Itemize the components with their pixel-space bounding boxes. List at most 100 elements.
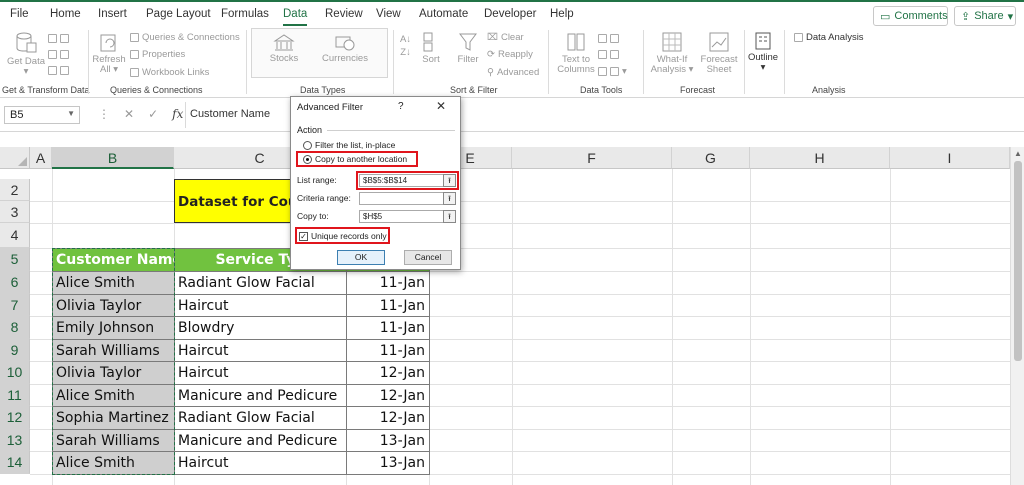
row-header-7[interactable]: 7 xyxy=(0,294,30,316)
vertical-scrollbar[interactable]: ▲ xyxy=(1010,147,1024,485)
collapse-dialog-icon[interactable]: ⭱ xyxy=(443,192,456,205)
tab-view[interactable]: View xyxy=(376,8,401,20)
clear-button[interactable]: ⌧ Clear xyxy=(487,32,524,43)
from-table-icon[interactable] xyxy=(48,66,69,75)
cell-b10[interactable]: Olivia Taylor xyxy=(52,361,175,385)
reapply-button[interactable]: ⟳ Reapply xyxy=(487,49,533,60)
radio-unchecked-icon[interactable] xyxy=(303,140,312,150)
tab-help[interactable]: Help xyxy=(550,8,574,20)
data-analysis-button[interactable]: Data Analysis xyxy=(794,32,864,43)
select-all-button[interactable] xyxy=(0,147,30,169)
filter-button[interactable]: Filter xyxy=(456,31,480,65)
checkbox-checked-icon[interactable]: ✓ xyxy=(299,231,308,241)
column-header-i[interactable]: I xyxy=(890,147,1010,169)
refresh-all-button[interactable]: Refresh All ▾ xyxy=(92,31,126,75)
cancel-icon[interactable]: ✕ xyxy=(124,107,134,121)
properties-button[interactable]: Properties xyxy=(130,49,185,60)
stocks-button[interactable]: Stocks xyxy=(262,34,306,64)
currencies-button[interactable]: Currencies xyxy=(318,34,372,64)
tab-insert[interactable]: Insert xyxy=(98,8,127,20)
name-box[interactable]: B5 ▼ xyxy=(4,106,80,124)
cell-b7[interactable]: Olivia Taylor xyxy=(52,294,175,317)
row-header-9[interactable]: 9 xyxy=(0,339,30,361)
scrollbar-thumb[interactable] xyxy=(1014,161,1022,361)
cell-d7[interactable]: 11-Jan xyxy=(346,294,430,317)
cancel-button[interactable]: Cancel xyxy=(404,250,452,265)
column-header-h[interactable]: H xyxy=(750,147,890,169)
remove-duplicates-icon[interactable] xyxy=(598,50,619,59)
cell-b11[interactable]: Alice Smith xyxy=(52,384,175,407)
column-header-g[interactable]: G xyxy=(672,147,750,169)
row-header-2[interactable]: 2 xyxy=(0,179,30,201)
help-icon[interactable]: ? xyxy=(398,101,404,112)
sort-button[interactable]: Sort xyxy=(420,31,442,65)
cell-b6[interactable]: Alice Smith xyxy=(52,271,175,295)
cell-c13[interactable]: Manicure and Pedicure xyxy=(174,429,347,452)
tab-page-layout[interactable]: Page Layout xyxy=(146,8,211,20)
column-header-a[interactable]: A xyxy=(30,147,52,169)
tab-developer[interactable]: Developer xyxy=(484,8,536,20)
tab-automate[interactable]: Automate xyxy=(419,8,468,20)
get-data-button[interactable]: Get Data ▾ xyxy=(6,31,46,77)
row-header-4[interactable]: 4 xyxy=(0,223,30,248)
tab-home[interactable]: Home xyxy=(50,8,81,20)
tab-data[interactable]: Data xyxy=(283,8,308,26)
what-if-analysis-button[interactable]: What-If Analysis ▾ xyxy=(650,31,694,75)
row-header-11[interactable]: 11 xyxy=(0,384,30,406)
row-header-13[interactable]: 13 xyxy=(0,429,30,451)
tab-file[interactable]: File xyxy=(10,8,29,20)
advanced-filter-button[interactable]: ⚲ Advanced xyxy=(487,67,539,78)
cell-c11[interactable]: Manicure and Pedicure xyxy=(174,384,347,407)
list-range-input[interactable]: $B$5:$B$14 ⭱ xyxy=(359,174,456,187)
copy-to-input[interactable]: $H$5 ⭱ xyxy=(359,210,456,223)
from-web-icon[interactable] xyxy=(48,50,69,59)
cell-d8[interactable]: 11-Jan xyxy=(346,316,430,340)
cell-c9[interactable]: Haircut xyxy=(174,339,347,362)
tab-review[interactable]: Review xyxy=(325,8,363,20)
sort-az-button[interactable]: A↓ Z↓ xyxy=(400,34,411,58)
comments-button[interactable]: ▭ Comments xyxy=(873,6,948,26)
row-header-8[interactable]: 8 xyxy=(0,316,30,339)
copy-to-location-radio[interactable]: Copy to another location xyxy=(303,154,407,164)
enter-icon[interactable]: ✓ xyxy=(148,107,158,121)
cell-c8[interactable]: Blowdry xyxy=(174,316,347,340)
header-customer-name[interactable]: Customer Name xyxy=(52,248,175,272)
row-header-12[interactable]: 12 xyxy=(0,406,30,429)
cell-d9[interactable]: 11-Jan xyxy=(346,339,430,362)
collapse-dialog-icon[interactable]: ⭱ xyxy=(443,174,456,187)
column-header-f[interactable]: F xyxy=(512,147,672,169)
cell-c14[interactable]: Haircut xyxy=(174,451,347,475)
worksheet-grid[interactable]: A B C D E F G H I 2 3 4 5 6 7 8 9 10 11 … xyxy=(0,147,1010,485)
cell-d6[interactable]: 11-Jan xyxy=(346,271,430,295)
cell-c6[interactable]: Radiant Glow Facial xyxy=(174,271,347,295)
from-text-icon[interactable] xyxy=(48,34,69,43)
cell-b8[interactable]: Emily Johnson xyxy=(52,316,175,340)
cell-d11[interactable]: 12-Jan xyxy=(346,384,430,407)
cell-b13[interactable]: Sarah Williams xyxy=(52,429,175,452)
cell-d10[interactable]: 12-Jan xyxy=(346,361,430,385)
workbook-links-button[interactable]: Workbook Links xyxy=(130,67,209,78)
outline-button[interactable]: Outline ▾ xyxy=(746,31,780,73)
forecast-sheet-button[interactable]: Forecast Sheet xyxy=(698,31,740,75)
close-icon[interactable]: ✕ xyxy=(436,99,446,113)
row-header-3[interactable]: 3 xyxy=(0,201,30,223)
filter-in-place-radio[interactable]: Filter the list, in-place xyxy=(303,140,395,150)
cell-c12[interactable]: Radiant Glow Facial xyxy=(174,406,347,430)
scroll-up-icon[interactable]: ▲ xyxy=(1014,149,1022,158)
ok-button[interactable]: OK xyxy=(337,250,385,265)
row-header-5[interactable]: 5 xyxy=(0,248,30,271)
unique-records-checkbox[interactable]: ✓ Unique records only xyxy=(299,231,387,241)
queries-connections-button[interactable]: Queries & Connections xyxy=(130,32,240,43)
cell-d14[interactable]: 13-Jan xyxy=(346,451,430,475)
data-validation-icon[interactable]: ▾ xyxy=(598,66,627,77)
chevron-down-icon[interactable]: ▼ xyxy=(67,109,75,118)
cell-c7[interactable]: Haircut xyxy=(174,294,347,317)
criteria-range-input[interactable]: ⭱ xyxy=(359,192,456,205)
cell-b14[interactable]: Alice Smith xyxy=(52,451,175,475)
row-header-10[interactable]: 10 xyxy=(0,361,30,384)
row-header-14[interactable]: 14 xyxy=(0,451,30,474)
text-to-columns-button[interactable]: Text to Columns xyxy=(556,31,596,75)
cell-d12[interactable]: 12-Jan xyxy=(346,406,430,430)
tab-formulas[interactable]: Formulas xyxy=(221,8,269,20)
flash-fill-icon[interactable] xyxy=(598,34,619,43)
